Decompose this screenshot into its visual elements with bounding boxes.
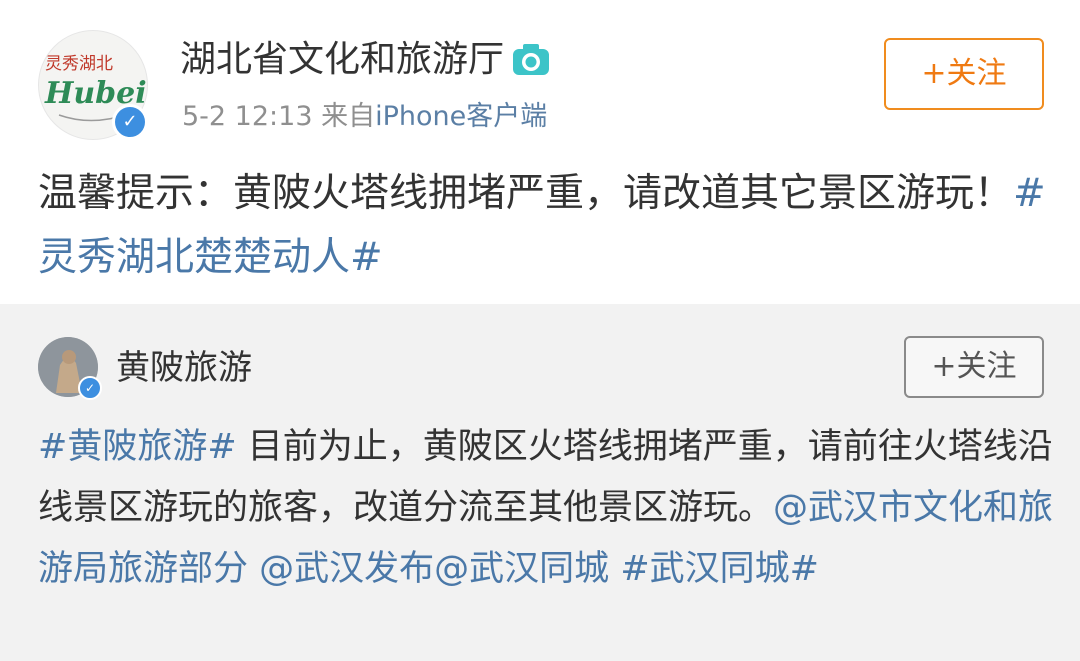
author-name-text[interactable]: 湖北省文化和旅游厅 <box>180 39 504 80</box>
source-client[interactable]: iPhone客户端 <box>375 101 547 132</box>
verified-badge-icon: ✓ <box>112 104 148 140</box>
repost-author-name[interactable]: 黄陂旅游 <box>116 344 252 392</box>
original-post: 灵秀湖北 Hubei ✓ 湖北省文化和旅游厅 5-2 12:13 来自iPhon… <box>0 0 1080 304</box>
repost-follow-button[interactable]: +关注 <box>904 336 1044 398</box>
repost-content: #黄陂旅游# 目前为止，黄陂区火塔线拥堵严重，请前往火塔线沿线景区游玩的旅客，改… <box>38 417 1058 600</box>
follow-button[interactable]: +关注 <box>884 38 1044 110</box>
camera-icon <box>512 41 550 75</box>
post-text: 温馨提示：黄陂火塔线拥堵严重，请改道其它景区游玩！ <box>38 171 1014 216</box>
svg-text:灵秀湖北: 灵秀湖北 <box>45 54 113 74</box>
repost-hashtag-wuhan[interactable]: #武汉同城# <box>620 549 819 589</box>
repost-verified-badge-icon: ✓ <box>78 376 102 400</box>
source-prefix: 来自 <box>321 101 376 132</box>
timestamp: 5-2 12:13 <box>182 101 313 132</box>
mention-wuhan-city[interactable]: @武汉同城 <box>434 549 609 589</box>
post-content: 温馨提示：黄陂火塔线拥堵严重，请改道其它景区游玩！#灵秀湖北楚楚动人# <box>38 162 1048 290</box>
reposted-card[interactable]: ✓ 黄陂旅游 +关注 #黄陂旅游# 目前为止，黄陂区火塔线拥堵严重，请前往火塔线… <box>0 304 1080 661</box>
post-meta: 5-2 12:13 来自iPhone客户端 <box>182 94 547 133</box>
repost-hashtag-huangpi[interactable]: #黄陂旅游# <box>38 427 237 467</box>
author-name[interactable]: 湖北省文化和旅游厅 <box>180 36 550 84</box>
mention-wuhan-release[interactable]: @武汉发布 <box>248 549 434 589</box>
